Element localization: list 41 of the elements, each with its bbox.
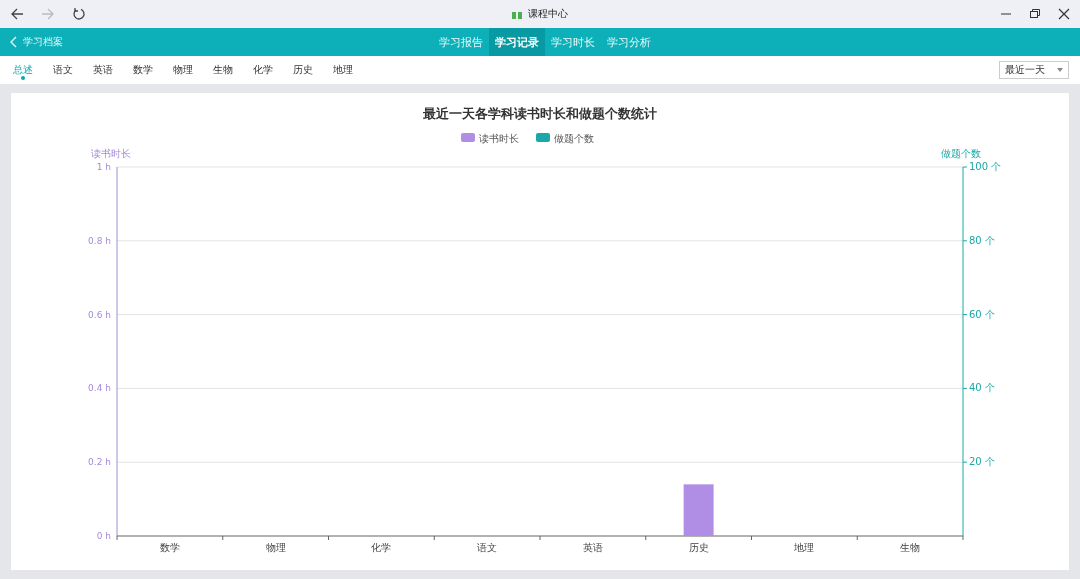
y-tick-label: 0.8 h [88, 235, 111, 246]
axis-title: 读书时长 [91, 148, 131, 159]
legend-label: 读书时长 [479, 133, 519, 144]
x-tick-label: 地理 [794, 542, 815, 553]
y-tick-label: 20 个 [969, 456, 995, 468]
subject-tab[interactable]: 英语 [83, 56, 123, 84]
range-select[interactable]: 最近一天 [999, 61, 1069, 79]
x-tick-label: 数学 [159, 542, 180, 553]
subject-tab[interactable]: 生物 [203, 56, 243, 84]
subject-tab[interactable]: 数学 [123, 56, 163, 84]
close-icon[interactable] [1058, 8, 1070, 20]
x-tick-label: 英语 [582, 542, 603, 553]
x-tick-label: 语文 [477, 542, 498, 553]
y-tick-label: 0 h [96, 531, 111, 541]
app-icon [512, 9, 522, 19]
x-tick-label: 生物 [900, 542, 921, 553]
y-tick-label: 0.2 h [88, 457, 111, 468]
x-tick-label: 物理 [265, 542, 286, 553]
subject-tab[interactable]: 语文 [43, 56, 83, 84]
y-tick-label: 40 个 [969, 382, 995, 394]
y-tick-label: 0.4 h [88, 383, 111, 394]
bar [683, 484, 714, 536]
back-icon[interactable] [10, 7, 24, 21]
subject-tab[interactable]: 化学 [243, 56, 283, 84]
y-tick-label: 80 个 [969, 234, 995, 246]
chart-title: 最近一天各学科读书时长和做题个数统计 [423, 106, 657, 121]
x-tick-label: 化学 [371, 542, 392, 553]
x-tick-label: 历史 [688, 542, 709, 553]
restore-icon[interactable] [1029, 8, 1041, 20]
y-tick-label: 60 个 [969, 308, 995, 320]
subject-tab[interactable]: 历史 [283, 56, 323, 84]
reload-icon[interactable] [72, 7, 86, 21]
subject-tab[interactable]: 地理 [323, 56, 363, 84]
legend-label: 做题个数 [554, 133, 594, 144]
axis-title: 做题个数 [941, 148, 981, 159]
y-tick-label: 0.6 h [88, 309, 111, 320]
window-title: 课程中心 [528, 7, 568, 21]
y-tick-label: 1 h [96, 162, 111, 172]
dropdown-caret-icon [1057, 68, 1063, 72]
subject-tab[interactable]: 物理 [163, 56, 203, 84]
y-tick-label: 100 个 [969, 161, 1002, 172]
